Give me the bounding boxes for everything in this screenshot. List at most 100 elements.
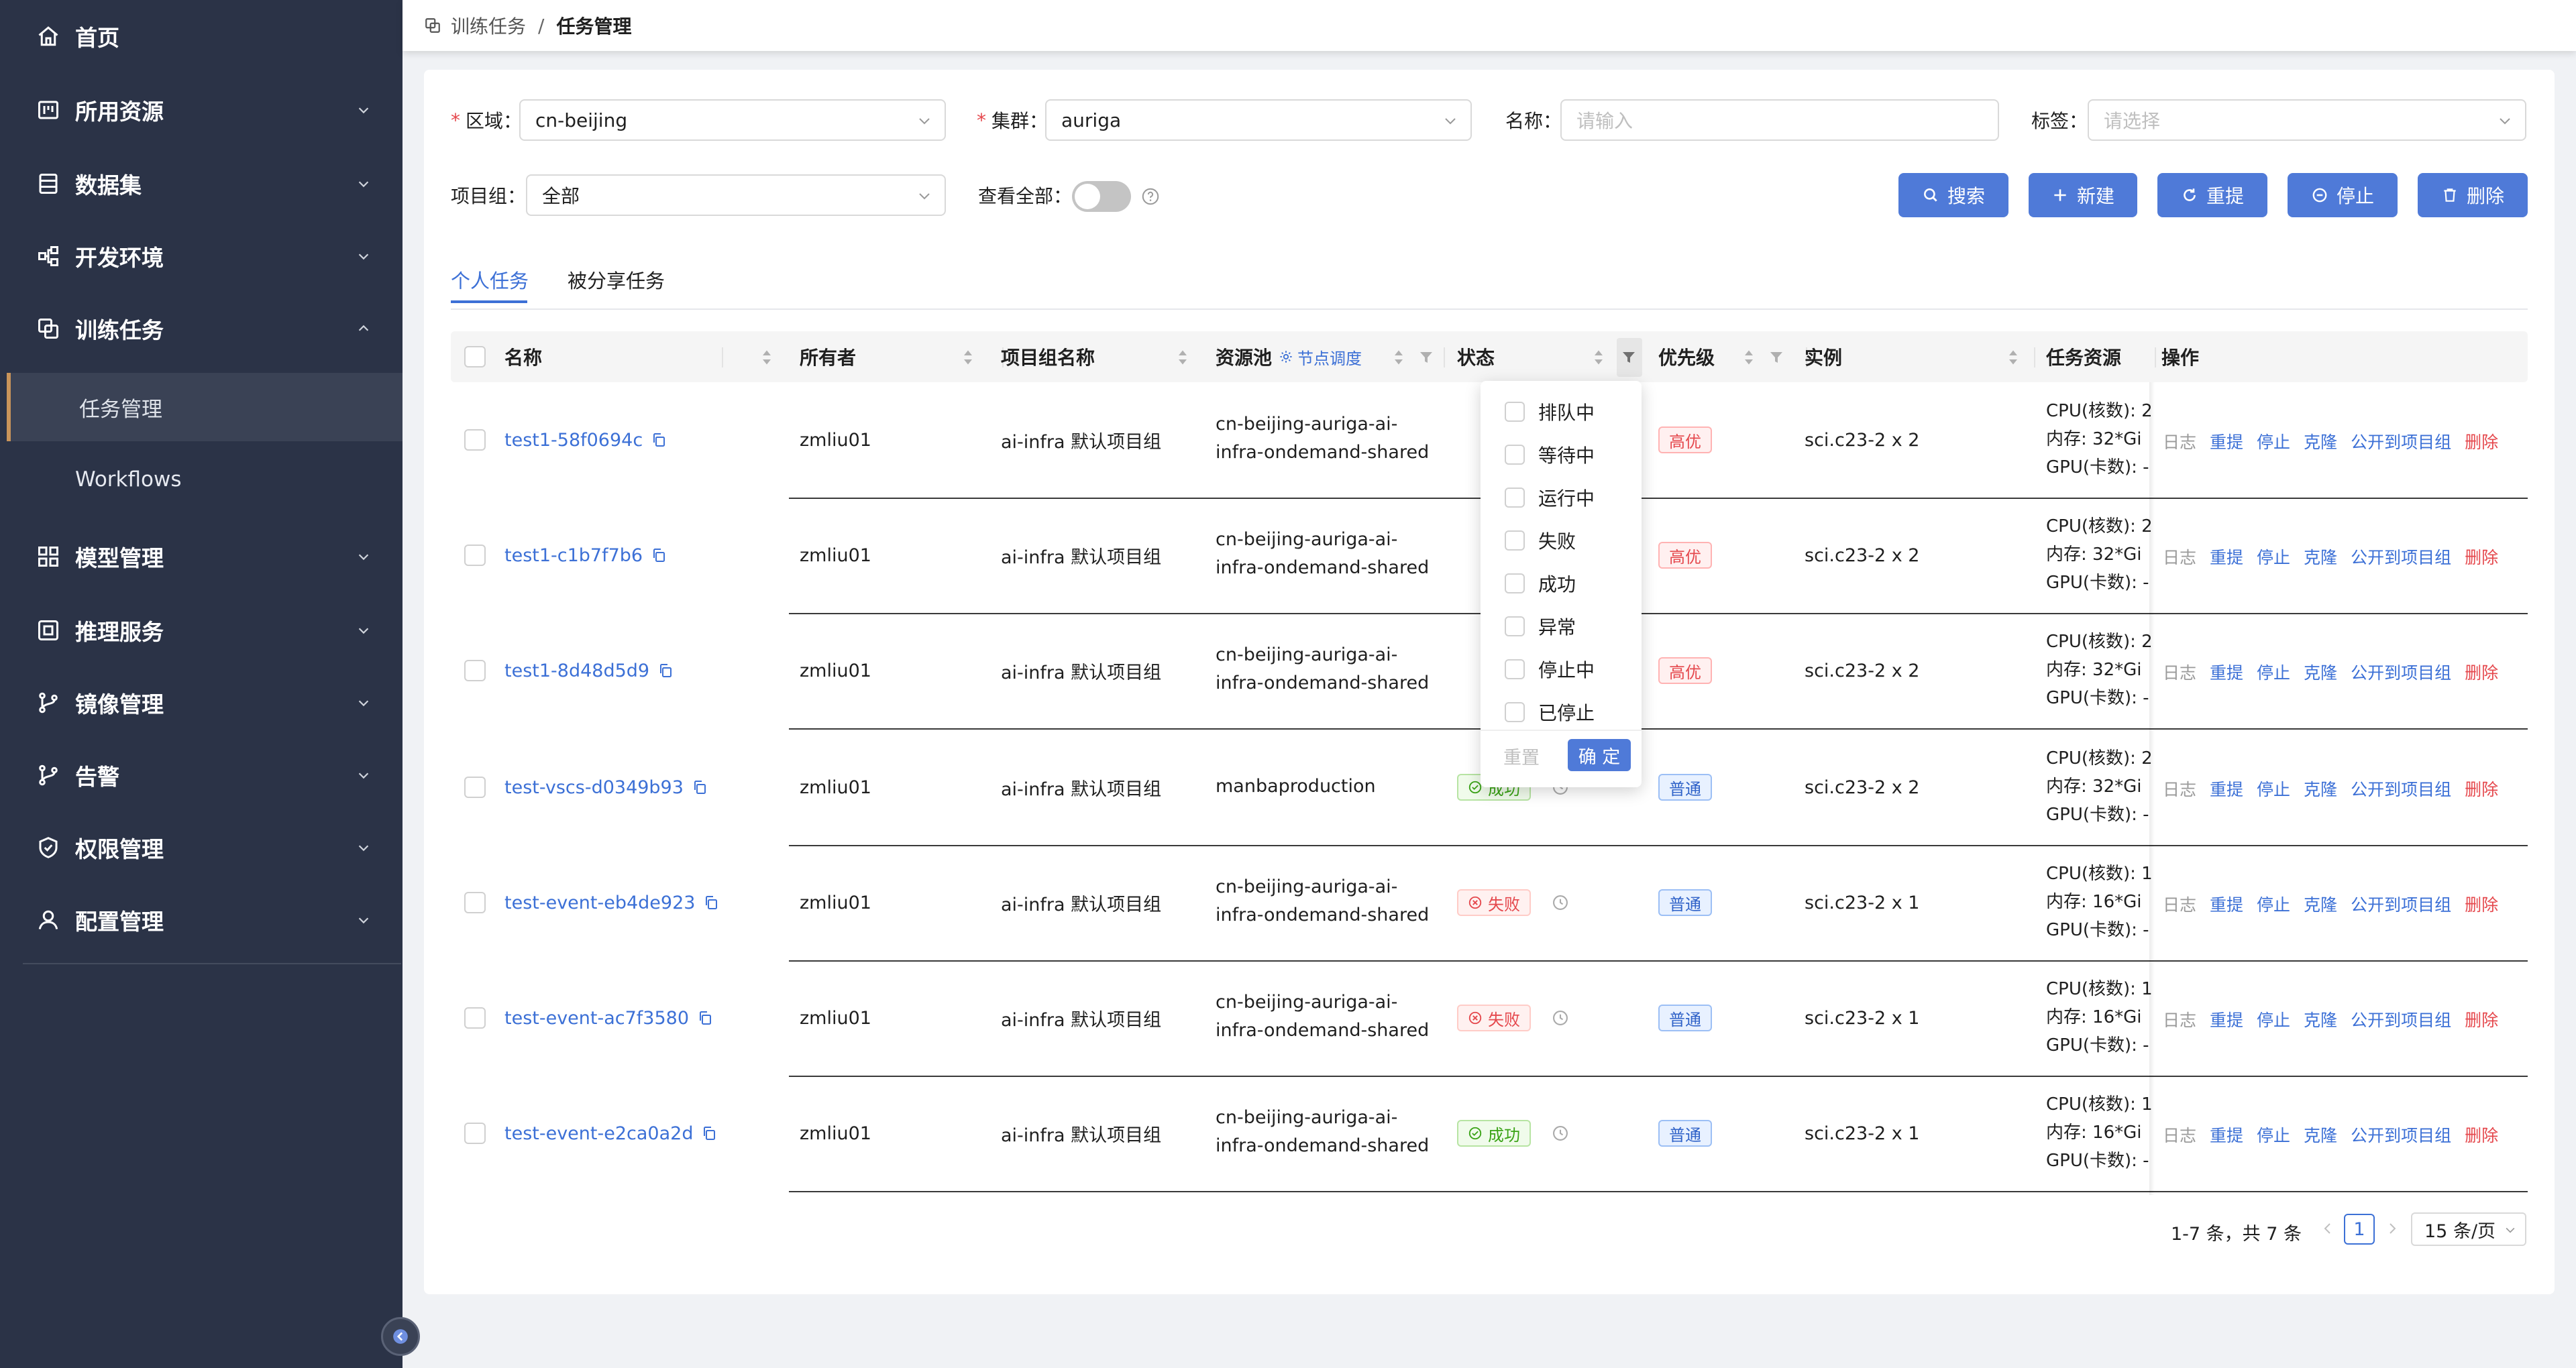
- resubmit-action[interactable]: 重提: [2210, 660, 2243, 684]
- row-checkbox[interactable]: [464, 545, 486, 566]
- question-icon[interactable]: [1140, 186, 1161, 207]
- project-select[interactable]: 全部: [526, 174, 946, 216]
- view-all-toggle[interactable]: [1072, 181, 1131, 212]
- copy-icon[interactable]: [651, 432, 667, 448]
- delete-action[interactable]: 删除: [2465, 777, 2498, 801]
- sidebar-item-training[interactable]: 训练任务: [0, 292, 402, 365]
- status-option[interactable]: 等待中: [1505, 441, 1595, 468]
- delete-action[interactable]: 删除: [2465, 545, 2498, 569]
- breadcrumb-parent[interactable]: 训练任务: [451, 12, 526, 39]
- sidebar-item-resource[interactable]: 所用资源: [0, 74, 402, 146]
- history-clock-icon[interactable]: [1551, 1009, 1570, 1027]
- search-button[interactable]: 搜索: [1898, 173, 2008, 217]
- page-1-button[interactable]: 1: [2344, 1214, 2375, 1245]
- log-action[interactable]: 日志: [2163, 1123, 2196, 1147]
- task-name-link[interactable]: test-event-eb4de923: [504, 889, 719, 916]
- sort-icon[interactable]: [1743, 347, 1755, 367]
- resubmit-action[interactable]: 重提: [2210, 429, 2243, 453]
- sidebar-item-dev-env[interactable]: 开发环境: [0, 220, 402, 292]
- col-pool[interactable]: 资源池 节点调度: [1216, 331, 1445, 382]
- copy-icon[interactable]: [703, 895, 719, 911]
- filter-confirm-button[interactable]: 确 定: [1568, 739, 1631, 771]
- task-name-link[interactable]: test1-8d48d5d9: [504, 657, 674, 684]
- history-clock-icon[interactable]: [1551, 1124, 1570, 1143]
- status-option-checkbox[interactable]: [1505, 488, 1525, 508]
- publish-action[interactable]: 公开到项目组: [2351, 1123, 2451, 1147]
- publish-action[interactable]: 公开到项目组: [2351, 429, 2451, 453]
- stop-action[interactable]: 停止: [2257, 1007, 2290, 1031]
- sort-icon[interactable]: [761, 347, 773, 367]
- resubmit-action[interactable]: 重提: [2210, 1123, 2243, 1147]
- status-option[interactable]: 运行中: [1505, 484, 1595, 511]
- status-option-checkbox[interactable]: [1505, 402, 1525, 422]
- status-option[interactable]: 异常: [1505, 613, 1576, 640]
- stop-action[interactable]: 停止: [2257, 892, 2290, 916]
- col-priority[interactable]: 优先级: [1658, 331, 1807, 382]
- log-action[interactable]: 日志: [2163, 892, 2196, 916]
- task-name-link[interactable]: test1-c1b7f7b6: [504, 542, 667, 569]
- clone-action[interactable]: 克隆: [2304, 545, 2337, 569]
- publish-action[interactable]: 公开到项目组: [2351, 660, 2451, 684]
- sidebar-item-model[interactable]: 模型管理: [0, 520, 402, 593]
- history-clock-icon[interactable]: [1551, 893, 1570, 912]
- copy-icon[interactable]: [692, 779, 708, 795]
- log-action[interactable]: 日志: [2163, 777, 2196, 801]
- task-name-link[interactable]: test-vscs-d0349b93: [504, 774, 708, 801]
- sidebar-item-alert[interactable]: 告警: [0, 739, 402, 811]
- cluster-select[interactable]: auriga: [1045, 99, 1472, 141]
- clone-action[interactable]: 克隆: [2304, 777, 2337, 801]
- tab-shared-tasks[interactable]: 被分享任务: [568, 266, 665, 294]
- row-checkbox[interactable]: [464, 777, 486, 798]
- status-option[interactable]: 成功: [1505, 570, 1576, 597]
- priority-filter-icon[interactable]: [1768, 349, 1784, 366]
- status-filter-icon[interactable]: [1621, 349, 1637, 366]
- row-checkbox[interactable]: [464, 1007, 486, 1029]
- delete-action[interactable]: 删除: [2465, 1123, 2498, 1147]
- task-name-link[interactable]: test-event-e2ca0a2d: [504, 1120, 717, 1147]
- delete-action[interactable]: 删除: [2465, 1007, 2498, 1031]
- stop-action[interactable]: 停止: [2257, 429, 2290, 453]
- copy-icon[interactable]: [701, 1125, 717, 1141]
- clone-action[interactable]: 克隆: [2304, 1123, 2337, 1147]
- sidebar-subitem-1[interactable]: Workflows: [0, 445, 402, 514]
- name-input[interactable]: 请输入: [1560, 99, 1999, 141]
- publish-action[interactable]: 公开到项目组: [2351, 777, 2451, 801]
- copy-icon[interactable]: [657, 663, 674, 679]
- resubmit-button[interactable]: 重提: [2157, 173, 2267, 217]
- resubmit-action[interactable]: 重提: [2210, 777, 2243, 801]
- sort-icon[interactable]: [1177, 347, 1189, 367]
- page-size-select[interactable]: 15 条/页: [2411, 1212, 2526, 1246]
- log-action[interactable]: 日志: [2163, 660, 2196, 684]
- stop-action[interactable]: 停止: [2257, 660, 2290, 684]
- status-option-checkbox[interactable]: [1505, 445, 1525, 465]
- copy-icon[interactable]: [692, 779, 708, 795]
- sort-icon[interactable]: [962, 347, 974, 367]
- node-scheduling-link[interactable]: 节点调度: [1279, 345, 1362, 369]
- log-action[interactable]: 日志: [2163, 429, 2196, 453]
- task-name-link[interactable]: test-event-ac7f3580: [504, 1005, 713, 1031]
- publish-action[interactable]: 公开到项目组: [2351, 1007, 2451, 1031]
- publish-action[interactable]: 公开到项目组: [2351, 545, 2451, 569]
- clone-action[interactable]: 克隆: [2304, 1007, 2337, 1031]
- next-page-icon[interactable]: [2384, 1220, 2400, 1237]
- resubmit-action[interactable]: 重提: [2210, 545, 2243, 569]
- filter-reset-button[interactable]: 重置: [1503, 743, 1540, 769]
- copy-icon[interactable]: [701, 1125, 717, 1141]
- sidebar-subitem-0[interactable]: 任务管理: [7, 373, 402, 441]
- pool-filter-icon[interactable]: [1418, 349, 1434, 366]
- tab-personal-tasks[interactable]: 个人任务: [451, 266, 529, 294]
- sidebar-item-dataset[interactable]: 数据集: [0, 148, 402, 220]
- delete-button[interactable]: 删除: [2418, 173, 2528, 217]
- publish-action[interactable]: 公开到项目组: [2351, 892, 2451, 916]
- status-option[interactable]: 已停止: [1505, 699, 1595, 726]
- clone-action[interactable]: 克隆: [2304, 429, 2337, 453]
- sidebar-collapse-button[interactable]: [381, 1317, 420, 1356]
- row-checkbox[interactable]: [464, 429, 486, 451]
- resubmit-action[interactable]: 重提: [2210, 1007, 2243, 1031]
- delete-action[interactable]: 删除: [2465, 892, 2498, 916]
- copy-icon[interactable]: [657, 663, 674, 679]
- copy-icon[interactable]: [651, 432, 667, 448]
- sidebar-item-image[interactable]: 镜像管理: [0, 667, 402, 739]
- sidebar-item-config[interactable]: 配置管理: [0, 884, 402, 956]
- copy-icon[interactable]: [651, 547, 667, 563]
